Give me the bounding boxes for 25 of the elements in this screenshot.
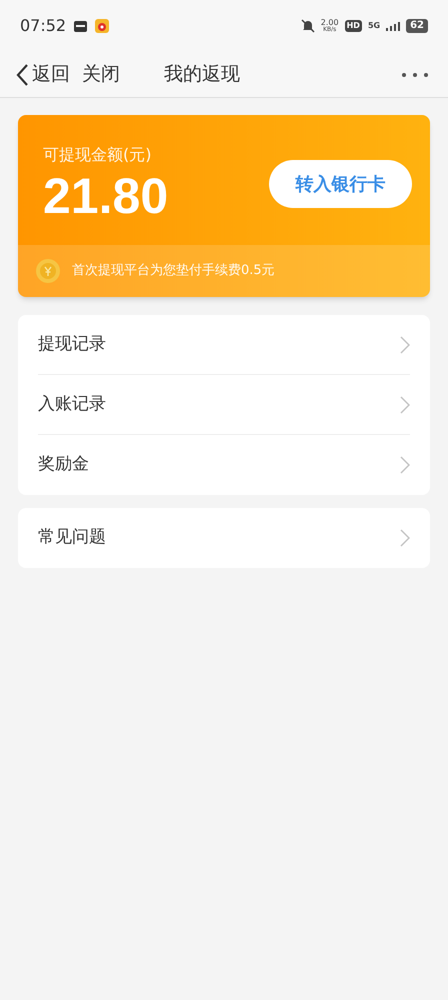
balance-amount: 21.80 (43, 167, 168, 225)
mute-bell-icon (300, 19, 315, 33)
chevron-right-icon (400, 456, 410, 474)
close-button[interactable]: 关闭 (82, 60, 120, 89)
hd-badge: HD (344, 20, 362, 32)
chevron-right-icon (400, 529, 410, 547)
fee-notice: 首次提现平台为您垫付手续费0.5元 (72, 262, 275, 280)
calendar-icon (74, 20, 88, 32)
status-time: 07:52 (20, 15, 66, 37)
battery-level: 62 (406, 19, 428, 33)
back-button[interactable]: 返回 (16, 60, 70, 89)
menu-item[interactable]: 奖励金 (38, 435, 410, 495)
signal-icon (386, 21, 400, 31)
coin-icon (36, 259, 60, 283)
menu-item[interactable]: 提现记录 (38, 315, 410, 375)
page-title: 我的返现 (164, 62, 240, 88)
app-icon (95, 19, 110, 33)
chevron-right-icon (400, 336, 410, 354)
balance-label: 可提现金额(元) (43, 144, 152, 166)
menu-item[interactable]: 常见问题 (38, 508, 410, 568)
network-speed: 2.00 (320, 19, 339, 27)
chevron-right-icon (400, 396, 410, 414)
back-chevron-icon (16, 64, 28, 86)
menu-item[interactable]: 入账记录 (38, 375, 410, 435)
network-type: 5G (368, 20, 380, 32)
